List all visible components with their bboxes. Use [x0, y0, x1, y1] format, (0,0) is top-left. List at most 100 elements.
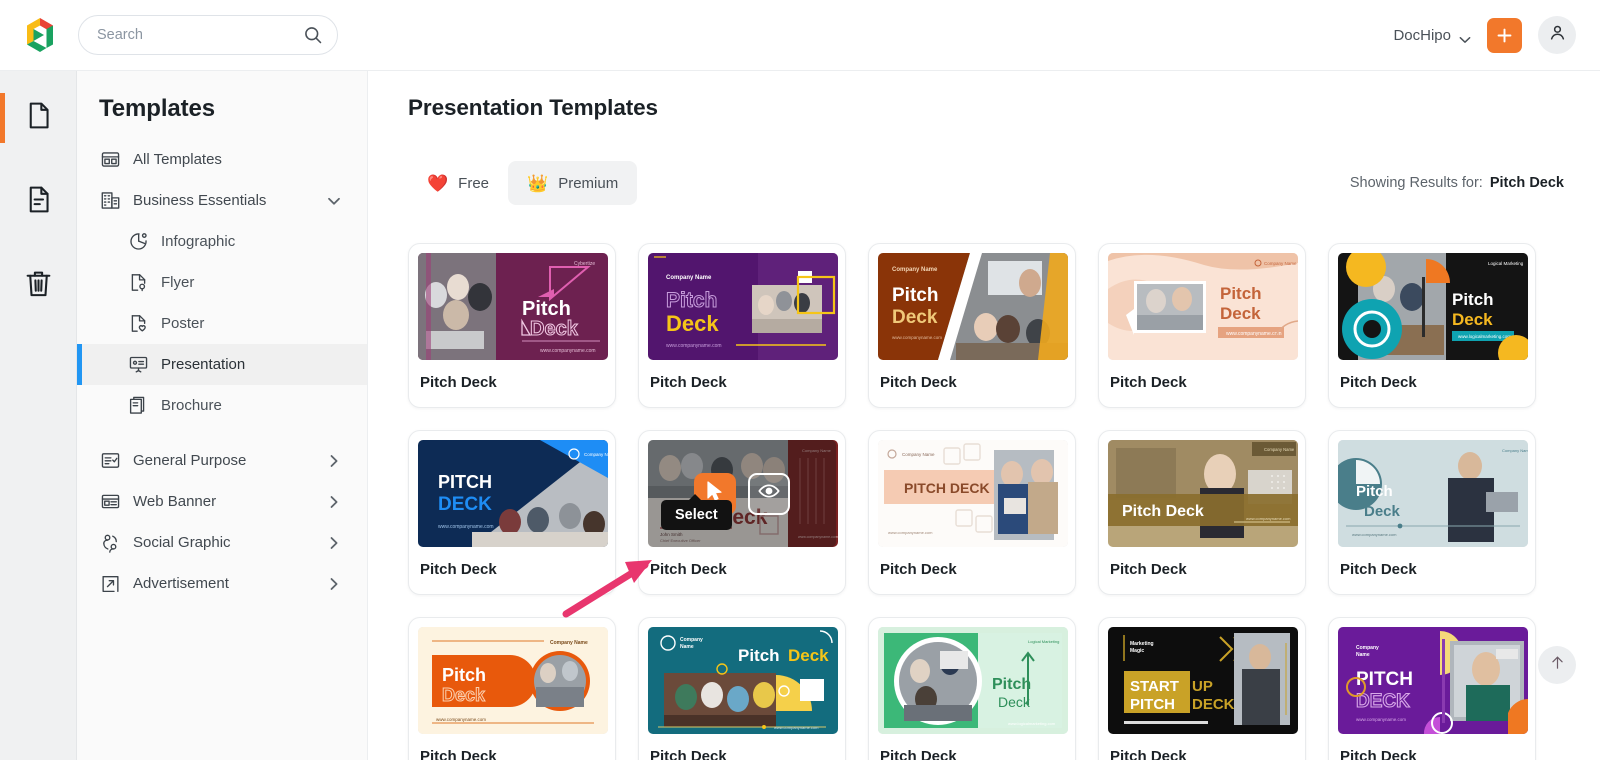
template-title: Pitch Deck	[1340, 561, 1417, 578]
template-thumbnail[interactable]: Pitch Deck www.logicalmarketing.com Logi…	[1338, 253, 1528, 360]
scroll-to-top-button[interactable]	[1538, 646, 1576, 684]
template-card[interactable]: Pitch Deck www.companyname.com Cybertize…	[408, 243, 616, 408]
template-thumbnail[interactable]: Pitch Deck www.companyname.com Cybertize	[418, 253, 608, 360]
svg-text:Deck: Deck	[1452, 310, 1493, 329]
chevron-down-icon	[1459, 31, 1471, 44]
advertisement-icon	[99, 573, 121, 595]
file-lines-icon	[23, 184, 54, 220]
body: Templates All Templates Business Essentia…	[0, 71, 1600, 760]
app-root: DocHipo	[0, 0, 1600, 760]
svg-text:Company Name: Company Name	[550, 640, 588, 646]
svg-text:Company Name: Company Name	[584, 452, 608, 457]
rail-item-files[interactable]	[0, 173, 77, 231]
sidebar-item-all-templates[interactable]: All Templates	[77, 139, 367, 180]
rail-item-trash[interactable]	[0, 257, 77, 315]
page-title: Presentation Templates	[408, 95, 658, 120]
template-card[interactable]: Marketing Magic START PITCH UP DECK Pitc…	[1098, 617, 1306, 760]
svg-text:Pitch: Pitch	[1220, 284, 1262, 303]
chevron-right-icon[interactable]	[327, 454, 341, 468]
templates-grid: Pitch Deck www.companyname.com Cybertize…	[408, 243, 1564, 760]
svg-text:PITCH: PITCH	[1130, 696, 1175, 713]
svg-text:Company Name: Company Name	[666, 275, 712, 281]
filter-chip-premium[interactable]: 👑 Premium	[508, 161, 638, 205]
search-input[interactable]	[97, 27, 303, 43]
template-card[interactable]: Pitch Deck www.companyname.com Company N…	[1328, 430, 1536, 595]
dochipo-logo-icon[interactable]	[20, 15, 60, 55]
sidebar-item-poster[interactable]: Poster	[77, 303, 367, 344]
sidebar-title: Templates	[99, 95, 216, 122]
poster-heart-icon	[127, 313, 149, 335]
filter-chip-free[interactable]: ❤️ Free	[408, 161, 508, 205]
chevron-right-icon[interactable]	[327, 577, 341, 591]
sidebar-nav: All Templates Business Essentials Infograp…	[77, 139, 367, 604]
sidebar-item-brochure[interactable]: Brochure	[77, 385, 367, 426]
svg-text:www.companyname.com: www.companyname.com	[1246, 516, 1291, 521]
template-thumbnail[interactable]: Pitch Deck Logical Marketing www.logical…	[878, 627, 1068, 734]
template-thumbnail[interactable]: PITCH DECK Company Name www.companyname.…	[878, 440, 1068, 547]
svg-text:Pitch: Pitch	[992, 676, 1031, 693]
template-thumbnail[interactable]: Company Name Pitch Deck www.companyname.…	[648, 627, 838, 734]
svg-text:DECK: DECK	[1192, 696, 1235, 713]
sidebar-item-business-essentials[interactable]: Business Essentials	[77, 180, 367, 221]
template-thumbnail[interactable]: Company Name PITCH DECK www.companyname.…	[1338, 627, 1528, 734]
preview-template-button[interactable]	[748, 472, 790, 515]
template-card[interactable]: Company Name PITCH DECK www.companyname.…	[1328, 617, 1536, 760]
template-card[interactable]: Pitch Deck Logical Marketing www.logical…	[868, 617, 1076, 760]
account-button[interactable]	[1538, 16, 1576, 54]
svg-text:www.companyname.com: www.companyname.com	[540, 348, 596, 354]
template-card[interactable]: Company Name Pitch Deck www.companyname.…	[638, 617, 846, 760]
svg-text:Deck: Deck	[442, 685, 486, 705]
sidebar-item-social-graphic[interactable]: Social Graphic	[77, 522, 367, 563]
template-card[interactable]: PITCH DECK www.companyname.com Company N…	[408, 430, 616, 595]
template-thumbnail[interactable]: Marketing Magic START PITCH UP DECK	[1108, 627, 1298, 734]
search-icon[interactable]	[303, 25, 323, 45]
svg-text:www.companyname.com: www.companyname.com	[892, 335, 942, 340]
filter-row: ❤️ Free 👑 Premium Showing Results for: Pitc…	[408, 161, 1564, 205]
template-thumbnail[interactable]: Pitch Deck www.companyname.com Company N…	[1108, 440, 1298, 547]
filter-chips: ❤️ Free 👑 Premium	[408, 161, 638, 205]
svg-text:www.logicalmarketing.com: www.logicalmarketing.com	[1008, 721, 1056, 726]
svg-text:Company: Company	[1356, 645, 1379, 651]
sidebar-item-flyer[interactable]: Flyer	[77, 262, 367, 303]
template-thumbnail[interactable]: Pitch Deck www.companyname.com Company N…	[1108, 253, 1298, 360]
template-thumbnail[interactable]: Pitch Deck www.companyname.com Company N…	[1338, 440, 1528, 547]
sidebar: Templates All Templates Business Essentia…	[77, 71, 368, 760]
template-thumbnail[interactable]: Company Name Pitch Deck www.companyname.…	[418, 627, 608, 734]
template-thumbnail[interactable]: PITCH DECK www.companyname.com Company N…	[418, 440, 608, 547]
svg-text:Pitch: Pitch	[442, 665, 486, 685]
template-card[interactable]: Company Name Pitch Deck www.companyname.…	[868, 243, 1076, 408]
svg-text:Company Name: Company Name	[902, 452, 935, 457]
svg-text:START: START	[1130, 678, 1179, 695]
chevron-down-icon[interactable]	[327, 194, 341, 208]
svg-text:Deck: Deck	[998, 694, 1031, 710]
template-card[interactable]: Pitch Deck www.companyname.com Company N…	[1098, 243, 1306, 408]
svg-text:www.companyname.com: www.companyname.com	[666, 343, 722, 349]
template-card[interactable]: PITCH DECK Company Name www.companyname.…	[868, 430, 1076, 595]
template-card[interactable]: Company Name Pitch Deck www.companyname.…	[638, 243, 846, 408]
sidebar-item-general-purpose[interactable]: General Purpose	[77, 440, 367, 481]
chevron-right-icon[interactable]	[327, 495, 341, 509]
template-card[interactable]: Pitch Deck www.companyname.com Company N…	[1098, 430, 1306, 595]
template-card[interactable]: Pitch Deck www.logicalmarketing.com Logi…	[1328, 243, 1536, 408]
template-thumbnail[interactable]: Company Name Pitch Deck www.companyname.…	[648, 253, 838, 360]
svg-text:Deck: Deck	[788, 646, 829, 665]
pie-chart-icon	[127, 231, 149, 253]
template-title: Pitch Deck	[1340, 374, 1417, 391]
svg-text:Deck: Deck	[1220, 304, 1261, 323]
sidebar-item-label: General Purpose	[133, 452, 247, 469]
sidebar-item-web-banner[interactable]: Web Banner	[77, 481, 367, 522]
template-title: Pitch Deck	[1110, 561, 1187, 578]
template-thumbnail[interactable]: Company Name Pitch Deck www.companyname.…	[878, 253, 1068, 360]
search-bar[interactable]	[78, 15, 338, 55]
template-card[interactable]: Pitch Deck John Smith Chief Executive Of…	[638, 430, 846, 595]
template-card[interactable]: Company Name Pitch Deck www.companyname.…	[408, 617, 616, 760]
sidebar-item-infographic[interactable]: Infographic	[77, 221, 367, 262]
svg-text:Deck: Deck	[666, 311, 719, 336]
chevron-right-icon[interactable]	[327, 536, 341, 550]
sidebar-item-presentation[interactable]: Presentation	[77, 344, 367, 385]
sidebar-item-advertisement[interactable]: Advertisement	[77, 563, 367, 604]
user-icon	[1548, 23, 1567, 47]
create-new-button[interactable]	[1487, 17, 1522, 53]
workspace-selector[interactable]: DocHipo	[1393, 27, 1471, 44]
rail-item-documents[interactable]	[0, 89, 77, 147]
